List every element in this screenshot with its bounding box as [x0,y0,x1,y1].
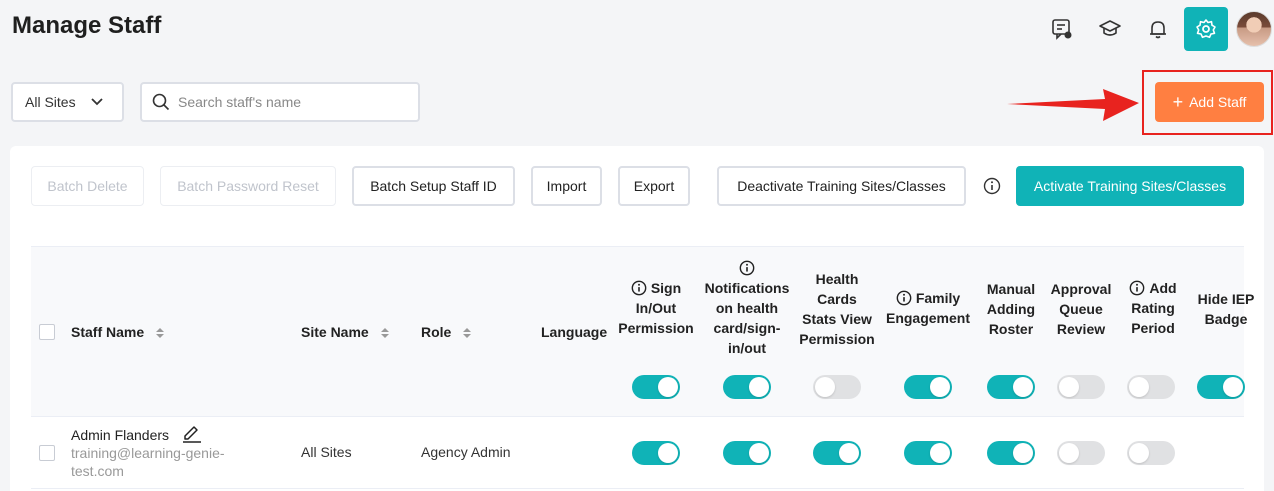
red-arrow-annotation [1007,89,1139,121]
row-toggle-family-engagement[interactable] [904,441,952,465]
column-approval-queue-review: Approval Queue Review [1050,281,1112,337]
info-icon[interactable] [983,177,1001,195]
plus-icon: + [1172,92,1184,112]
row-toggle-sign-in-out[interactable] [632,441,680,465]
gear-icon[interactable] [1184,7,1228,51]
sort-icon [156,328,165,339]
site-select-value: All Sites [25,94,76,110]
search-input[interactable] [178,94,408,110]
search-icon [152,93,170,111]
sort-icon [380,328,389,339]
row-toggle-approval-queue[interactable] [1057,441,1105,465]
column-hide-iep-badge: Hide IEP Badge [1197,291,1255,327]
header-toggle-health-cards[interactable] [813,375,861,399]
info-icon[interactable] [1129,280,1145,296]
export-button[interactable]: Export [618,166,690,206]
row-toggle-health-cards[interactable] [813,441,861,465]
column-site-name[interactable]: Site Name [301,322,389,342]
sort-icon [463,328,472,339]
column-language: Language [541,324,608,340]
row-checkbox[interactable] [39,445,55,461]
batch-setup-staff-id-button[interactable]: Batch Setup Staff ID [352,166,515,206]
info-icon[interactable] [896,290,912,306]
header-toggle-hide-iep-badge[interactable] [1197,375,1245,399]
page-title: Manage Staff [12,12,162,39]
header-toggle-family-engagement[interactable] [904,375,952,399]
deactivate-training-button[interactable]: Deactivate Training Sites/Classes [717,166,966,206]
graduation-cap-icon[interactable] [1088,7,1132,51]
column-health-cards: Health Cards Stats View Permission [799,271,875,347]
column-sign-in-out-permission: Sign In/Out Permission [618,280,694,336]
row-toggle-manual-adding-roster[interactable] [987,441,1035,465]
import-button[interactable]: Import [531,166,602,206]
column-manual-adding-roster: Manual Adding Roster [986,281,1036,337]
top-icon-bar [1036,7,1274,51]
activate-training-button[interactable]: Activate Training Sites/Classes [1016,166,1244,206]
column-staff-name[interactable]: Staff Name [71,322,165,342]
header-toggle-notifications[interactable] [723,375,771,399]
header-toggle-approval-queue[interactable] [1057,375,1105,399]
add-staff-button[interactable]: + Add Staff [1155,82,1264,122]
message-icon[interactable] [1040,7,1084,51]
column-role[interactable]: Role [421,322,472,342]
row-toggle-notifications[interactable] [723,441,771,465]
staff-panel: Batch Delete Batch Password Reset Batch … [10,146,1264,491]
batch-password-reset-button[interactable]: Batch Password Reset [160,166,336,206]
info-icon[interactable] [739,260,755,276]
column-notifications: Notifications on health card/sign- in/ou… [701,258,793,358]
table-row: Admin Flanders training@learning-genie-t… [31,417,1244,489]
batch-delete-button[interactable]: Batch Delete [31,166,144,206]
header-toggle-add-rating-period[interactable] [1127,375,1175,399]
search-box[interactable] [140,82,420,122]
table-header: Staff Name Site Name Role Language Sign … [31,246,1254,417]
staff-email: training@learning-genie-test.com [71,445,225,479]
bell-icon[interactable] [1136,7,1180,51]
row-toggle-add-rating-period[interactable] [1127,441,1175,465]
edit-icon[interactable] [182,424,202,444]
add-staff-label: Add Staff [1189,94,1247,110]
role-cell: Agency Admin [421,444,511,460]
info-icon[interactable] [631,280,647,296]
header-toggle-manual-adding-roster[interactable] [987,375,1035,399]
header-toggle-sign-in-out[interactable] [632,375,680,399]
site-name-cell: All Sites [301,444,352,460]
chevron-down-icon [91,98,103,106]
column-add-rating-period: Add Rating Period [1129,280,1177,336]
site-select[interactable]: All Sites [11,82,124,122]
column-family-engagement: Family Engagement [885,290,970,326]
select-all-checkbox[interactable] [39,324,55,340]
staff-name: Admin Flanders [71,427,170,443]
avatar[interactable] [1236,11,1272,47]
